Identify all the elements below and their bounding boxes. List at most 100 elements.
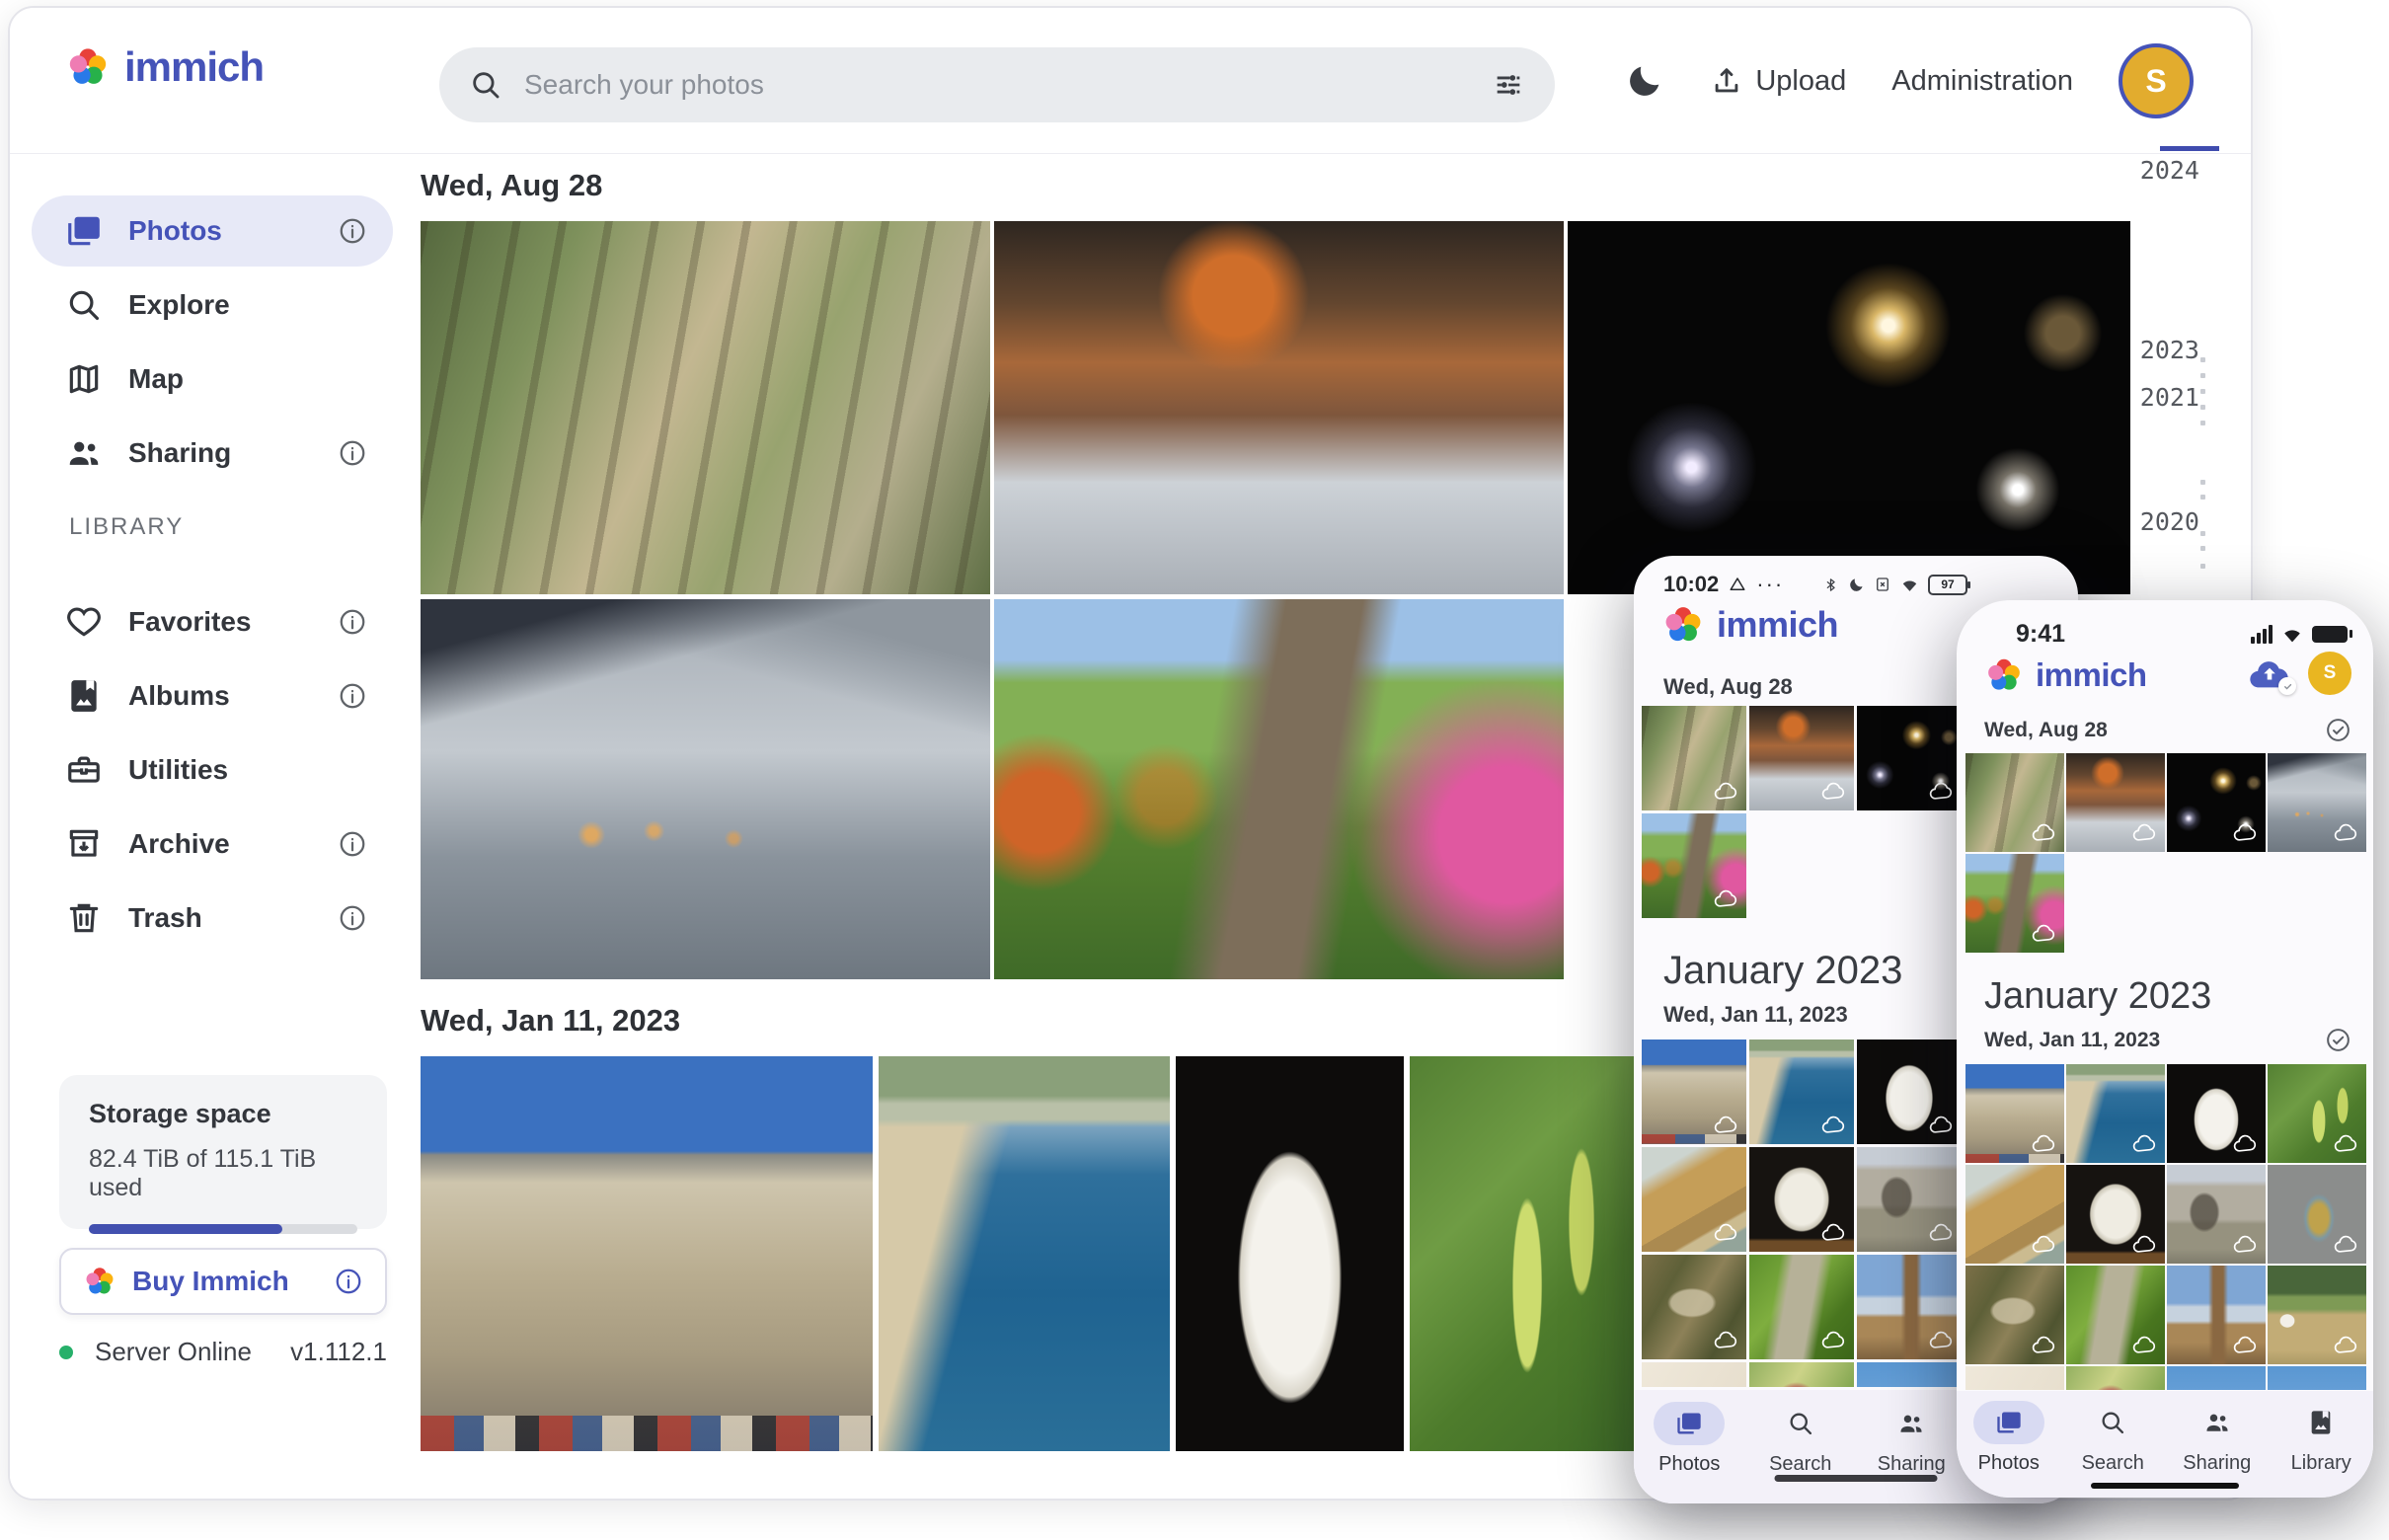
photo-lizard1[interactable]	[1965, 1266, 2064, 1364]
info-icon[interactable]	[338, 607, 367, 637]
photo-ruins[interactable]	[2167, 1165, 2266, 1264]
info-icon[interactable]	[334, 1267, 363, 1296]
sidebar-item-label: Photos	[128, 215, 338, 247]
photo-church[interactable]	[1857, 1255, 1962, 1359]
tab-library[interactable]: Library	[2270, 1401, 2374, 1498]
storage-progress-fill	[89, 1224, 282, 1234]
photo-bust[interactable]	[2167, 1064, 2266, 1163]
scrubber-year[interactable]: 2023	[2111, 336, 2199, 364]
photo-rocksculpt[interactable]	[2066, 1165, 2165, 1264]
photo-monkeys[interactable]	[421, 221, 990, 594]
sidebar-item-utilities[interactable]: Utilities	[32, 734, 393, 806]
sidebar-item-explore[interactable]: Explore	[32, 270, 393, 341]
search-input[interactable]: Search your photos	[439, 47, 1555, 122]
photos-icon	[1973, 1401, 2044, 1444]
tab-photos[interactable]: Photos	[1634, 1402, 1745, 1503]
photo-dinner[interactable]	[994, 221, 1564, 594]
sidebar-item-trash[interactable]: Trash	[32, 883, 393, 954]
photo-trophy[interactable]	[2268, 1165, 2366, 1264]
info-icon[interactable]	[338, 903, 367, 933]
search-icon	[2077, 1401, 2148, 1444]
photo-dinner[interactable]	[1749, 706, 1854, 810]
photo-ruins[interactable]	[1857, 1147, 1962, 1252]
tab-photos[interactable]: Photos	[1957, 1401, 2061, 1498]
sidebar-item-map[interactable]: Map	[32, 344, 393, 415]
photo-farm[interactable]	[2268, 1266, 2366, 1364]
scrubber-tick	[2200, 531, 2205, 536]
sidebar-item-sharing[interactable]: Sharing	[32, 418, 393, 489]
photo-fortress[interactable]	[1642, 1040, 1746, 1144]
photo-berries[interactable]	[1410, 1056, 1636, 1451]
photo-pale[interactable]	[1965, 1366, 2064, 1390]
photo-lizard1[interactable]	[1642, 1255, 1746, 1359]
photo-cliff[interactable]	[1965, 1165, 2064, 1264]
select-all-check-icon[interactable]	[2325, 717, 2351, 743]
photo-sky[interactable]	[2167, 1366, 2266, 1390]
photo-monkeys[interactable]	[1642, 706, 1746, 810]
search-filter-icon[interactable]	[1492, 68, 1525, 102]
photo-lizard2[interactable]	[1749, 1255, 1854, 1359]
cloud-icon	[1928, 1219, 1955, 1246]
info-icon[interactable]	[338, 829, 367, 859]
backup-sync-button[interactable]	[2247, 654, 2292, 693]
cloud-icon	[1713, 778, 1739, 805]
administration-link[interactable]: Administration	[1891, 65, 2073, 98]
sidebar-item-favorites[interactable]: Favorites	[32, 586, 393, 657]
photo-sky[interactable]	[2268, 1366, 2366, 1390]
photo-coast[interactable]	[2066, 1064, 2165, 1163]
wifi-icon	[2281, 624, 2303, 646]
home-indicator[interactable]	[1775, 1475, 1938, 1482]
photo-church[interactable]	[2167, 1266, 2266, 1364]
photo-sky[interactable]	[1857, 1362, 1962, 1387]
photo-bust[interactable]	[1176, 1056, 1404, 1451]
logo-text: immich	[2036, 656, 2147, 694]
photo-cliff[interactable]	[1642, 1147, 1746, 1252]
scrubber-year[interactable]: 2021	[2111, 383, 2199, 412]
photo-coast[interactable]	[879, 1056, 1170, 1451]
photo-fortress[interactable]	[421, 1056, 873, 1451]
scrubber-indicator[interactable]	[2160, 146, 2219, 151]
photo-fireworks[interactable]	[2167, 753, 2266, 852]
cloud-icon	[2232, 1231, 2259, 1258]
tab-search[interactable]: Search	[1745, 1402, 1857, 1503]
photo-coast[interactable]	[1749, 1040, 1854, 1144]
photo-berries[interactable]	[2268, 1064, 2366, 1163]
photo-path[interactable]	[1642, 813, 1746, 918]
photo-fireworks[interactable]	[1857, 706, 1962, 810]
scrubber-year[interactable]: 2024	[2111, 156, 2199, 185]
immich-flower-icon	[83, 1265, 116, 1298]
sidebar-item-albums[interactable]: Albums	[32, 660, 393, 732]
sidebar-item-archive[interactable]: Archive	[32, 808, 393, 880]
sidebar-item-label: Albums	[128, 680, 338, 712]
scrubber-year[interactable]: 2020	[2111, 507, 2199, 536]
photo-path[interactable]	[1965, 854, 2064, 953]
photo-bust[interactable]	[1857, 1040, 1962, 1144]
info-icon[interactable]	[338, 438, 367, 468]
photo-hands[interactable]	[421, 599, 990, 979]
info-icon[interactable]	[338, 216, 367, 246]
photo-hands[interactable]	[2268, 753, 2366, 852]
photo-fortress[interactable]	[1965, 1064, 2064, 1163]
sidebar-item-photos[interactable]: Photos	[32, 195, 393, 267]
photo-fireworks[interactable]	[1568, 221, 2130, 594]
people-icon	[1876, 1402, 1947, 1445]
photo-pale[interactable]	[1642, 1362, 1746, 1387]
photo-monkeys[interactable]	[1965, 753, 2064, 852]
scrubber-tick	[2200, 564, 2205, 569]
upload-button[interactable]: Upload	[1710, 64, 1846, 98]
photo-rocksculpt[interactable]	[1749, 1147, 1854, 1252]
home-indicator[interactable]	[2091, 1483, 2239, 1489]
date-group-header: Wed, Jan 11, 2023	[1984, 1027, 2351, 1053]
buy-immich-button[interactable]: Buy Immich	[59, 1248, 387, 1315]
info-icon[interactable]	[338, 681, 367, 711]
photo-flowersred[interactable]	[2066, 1366, 2165, 1390]
photo-dinner[interactable]	[2066, 753, 2165, 852]
immich-logo[interactable]: immich	[65, 43, 264, 91]
tab-sharing[interactable]: Sharing	[1856, 1402, 1967, 1503]
photo-lizard2[interactable]	[2066, 1266, 2165, 1364]
dark-mode-toggle[interactable]	[1625, 61, 1664, 101]
photo-path[interactable]	[994, 599, 1564, 979]
user-avatar[interactable]: S	[2308, 652, 2351, 695]
photo-flowersred[interactable]	[1749, 1362, 1854, 1387]
select-all-check-icon[interactable]	[2325, 1027, 2351, 1053]
